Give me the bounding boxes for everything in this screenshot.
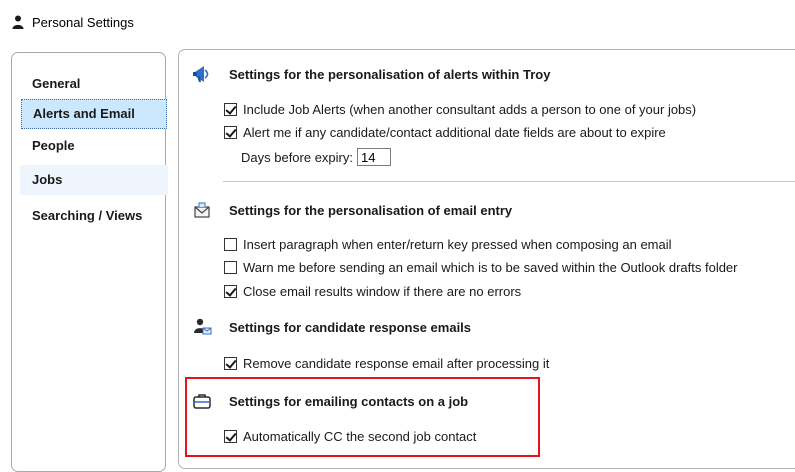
- option-insert-paragraph[interactable]: Insert paragraph when enter/return key p…: [224, 235, 672, 253]
- briefcase-icon: [193, 394, 211, 409]
- days-before-expiry-input[interactable]: [357, 148, 391, 166]
- warn-drafts-folder-checkbox[interactable]: [224, 260, 237, 274]
- option-include-job-alerts[interactable]: Include Job Alerts (when another consult…: [224, 100, 696, 118]
- option-label: Remove candidate response email after pr…: [243, 355, 550, 371]
- section-candidate-response-heading: Settings for candidate response emails: [229, 319, 472, 335]
- option-label: Automatically CC the second job contact: [243, 428, 477, 444]
- envelope-icon: [194, 202, 210, 218]
- option-label: Insert paragraph when enter/return key p…: [243, 236, 672, 252]
- remove-response-email-checkbox[interactable]: [224, 356, 237, 370]
- option-label: Include Job Alerts (when another consult…: [243, 101, 697, 117]
- candidate-response-icon: [194, 318, 212, 335]
- option-label: Alert me if any candidate/contact additi…: [243, 124, 666, 140]
- option-label: Close email results window if there are …: [243, 283, 522, 299]
- option-alert-expiring-dates[interactable]: Alert me if any candidate/contact additi…: [224, 123, 666, 141]
- window-title: Personal Settings: [32, 14, 134, 30]
- option-label: Warn me before sending an email which is…: [243, 259, 738, 275]
- nav-item-jobs[interactable]: Jobs: [20, 165, 168, 195]
- nav-item-general[interactable]: General: [20, 69, 168, 99]
- nav-item-people[interactable]: People: [20, 131, 168, 161]
- megaphone-icon: [193, 66, 209, 82]
- days-before-expiry-row: Days before expiry:: [241, 147, 391, 167]
- nav-item-alerts-and-email[interactable]: Alerts and Email: [21, 99, 167, 129]
- option-cc-second-contact[interactable]: Automatically CC the second job contact: [224, 427, 476, 445]
- alert-expiring-dates-checkbox[interactable]: [224, 125, 237, 139]
- days-before-expiry-label: Days before expiry:: [241, 149, 353, 165]
- section-divider: [223, 181, 795, 182]
- nav-item-searching-views[interactable]: Searching / Views: [20, 201, 168, 231]
- settings-nav: General Alerts and Email People Jobs Sea…: [11, 52, 168, 472]
- window-titlebar: Personal Settings: [12, 12, 134, 32]
- settings-content: Settings for the personalisation of aler…: [178, 49, 795, 469]
- option-warn-drafts-folder[interactable]: Warn me before sending an email which is…: [224, 258, 738, 276]
- option-remove-response-email[interactable]: Remove candidate response email after pr…: [224, 354, 549, 372]
- person-icon: [12, 15, 24, 29]
- cc-second-contact-checkbox[interactable]: [224, 429, 237, 443]
- option-close-results-window[interactable]: Close email results window if there are …: [224, 282, 521, 300]
- section-job-contacts-heading: Settings for emailing contacts on a job: [229, 393, 469, 409]
- insert-paragraph-checkbox[interactable]: [224, 237, 237, 251]
- close-results-window-checkbox[interactable]: [224, 284, 237, 298]
- section-alerts-heading: Settings for the personalisation of aler…: [229, 66, 551, 82]
- include-job-alerts-checkbox[interactable]: [224, 102, 237, 116]
- section-email-entry-heading: Settings for the personalisation of emai…: [229, 202, 513, 218]
